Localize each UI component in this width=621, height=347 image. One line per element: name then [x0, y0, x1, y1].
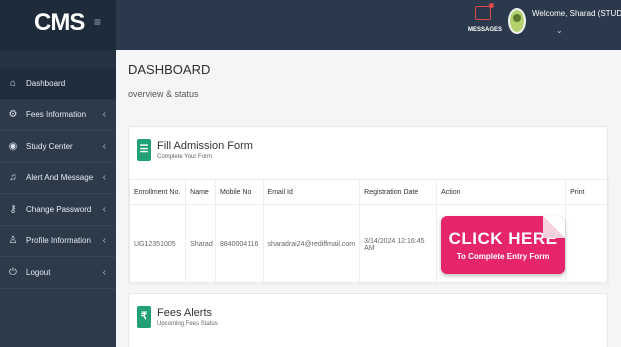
user-menu[interactable]: Welcome, Sharad (STUDENT) ⌄ — [508, 8, 621, 42]
column-header: Name — [185, 179, 216, 205]
rupee-icon: ₹ — [137, 306, 151, 328]
column-header: Print — [565, 179, 609, 205]
column-header: Registration Date — [359, 179, 438, 205]
sidebar-item-logout[interactable]: ⏻ Logout ‹ — [0, 257, 116, 289]
brand-logo[interactable]: CMS — [34, 9, 85, 37]
gear-icon: ⚙ — [8, 109, 18, 121]
sidebar-item-profile-information[interactable]: ♙ Profile Information ‹ — [0, 226, 116, 257]
sidebar-header — [0, 50, 116, 68]
target-icon: ◉ — [8, 140, 18, 152]
sidebar-item-label: Profile Information — [26, 236, 91, 246]
fees-card-title: Fees Alerts — [157, 307, 213, 319]
sidebar-item-study-center[interactable]: ◉ Study Center ‹ — [0, 131, 116, 163]
home-icon: ⌂ — [9, 77, 17, 89]
messages-button[interactable]: MESSAGES — [468, 3, 503, 42]
cta-sub-label: To Complete Entry Form — [456, 251, 550, 261]
fees-card-subtitle: Upcoming Fees Status — [157, 321, 218, 327]
chevron-left-icon: ‹ — [102, 235, 106, 247]
page-title: DASHBOARD — [128, 62, 211, 77]
chevron-left-icon: ‹ — [102, 109, 106, 121]
enrollment-cell: UG12351005 — [128, 204, 187, 285]
registration-date-cell: 3/14/2024 12:16:45 AM — [359, 204, 438, 285]
fees-card-header: ₹ Fees Alerts Upcoming Fees Status — [137, 302, 218, 332]
admission-card-title-group: Fill Admission Form Complete Your Form — [157, 140, 253, 160]
complete-entry-form-button[interactable]: CLICK HERE To Complete Entry Form — [441, 215, 566, 274]
sidebar-item-fees-information[interactable]: ⚙ Fees Information ‹ — [0, 100, 116, 131]
document-icon: ☰ — [137, 139, 151, 161]
column-header: Action — [436, 179, 567, 205]
admission-table: Enrollment No. Name Mobile No Email Id R… — [128, 179, 609, 285]
page-curl-icon — [543, 215, 566, 238]
column-header: Email Id — [262, 179, 361, 205]
sidebar-item-label: Dashboard — [26, 78, 66, 88]
chevron-left-icon: ‹ — [102, 203, 106, 215]
chevron-left-icon: ‹ — [102, 140, 106, 152]
admission-card: ☰ Fill Admission Form Complete Your Form… — [128, 126, 609, 285]
print-cell[interactable] — [565, 204, 609, 285]
action-cell: CLICK HERE To Complete Entry Form — [436, 204, 567, 285]
chevron-left-icon: ‹ — [102, 266, 106, 278]
chevron-left-icon: ‹ — [102, 172, 106, 184]
column-header: Enrollment No. — [128, 179, 187, 205]
name-cell: Sharad — [185, 204, 216, 285]
message-icon — [475, 3, 494, 20]
column-header: Mobile No — [214, 179, 264, 205]
power-icon: ⏻ — [9, 266, 17, 278]
key-icon: ⚷ — [9, 203, 17, 215]
sidebar-item-label: Study Center — [26, 141, 73, 151]
sidebar-item-dashboard[interactable]: ⌂ Dashboard — [0, 68, 116, 100]
menu-toggle-icon[interactable]: ≡ — [94, 16, 106, 28]
main-content: DASHBOARD overview & status ☰ Fill Admis… — [116, 50, 621, 347]
messages-label: MESSAGES — [468, 27, 503, 33]
fees-alerts-card: ₹ Fees Alerts Upcoming Fees Status — [128, 293, 608, 347]
table-header-row: Enrollment No. Name Mobile No Email Id R… — [128, 179, 609, 205]
welcome-text: Welcome, Sharad (STUDENT) — [532, 9, 621, 18]
chevron-down-icon: ⌄ — [556, 26, 563, 35]
avatar — [508, 8, 526, 34]
admission-card-subtitle: Complete Your Form — [157, 154, 213, 160]
sidebar-item-label: Alert And Message — [26, 173, 94, 183]
table-row: UG12351005 Sharad 8840004116 sharadrai24… — [128, 204, 609, 285]
sidebar-item-label: Fees Information — [26, 110, 87, 120]
sidebar-item-label: Logout — [26, 267, 51, 277]
sidebar-item-change-password[interactable]: ⚷ Change Password ‹ — [0, 194, 116, 226]
sidebar-item-label: Change Password — [26, 204, 92, 214]
admission-card-header: ☰ Fill Admission Form Complete Your Form — [137, 135, 253, 165]
sidebar: ⌂ Dashboard ⚙ Fees Information ‹ ◉ Study… — [0, 50, 116, 347]
mobile-cell: 8840004116 — [214, 204, 264, 285]
top-bar: CMS ≡ MESSAGES Welcome, Sharad (STUDENT)… — [0, 0, 621, 50]
user-icon: ♙ — [8, 235, 18, 247]
fees-card-title-group: Fees Alerts Upcoming Fees Status — [157, 307, 218, 327]
page-subtitle: overview & status — [128, 89, 199, 99]
admission-card-title: Fill Admission Form — [157, 140, 253, 152]
brand-area: CMS ≡ — [0, 0, 116, 50]
email-cell: sharadrai24@rediffmail.com — [262, 204, 361, 285]
sidebar-item-alert-and-message[interactable]: ♫ Alert And Message ‹ — [0, 163, 116, 194]
bell-icon: ♫ — [9, 172, 17, 184]
